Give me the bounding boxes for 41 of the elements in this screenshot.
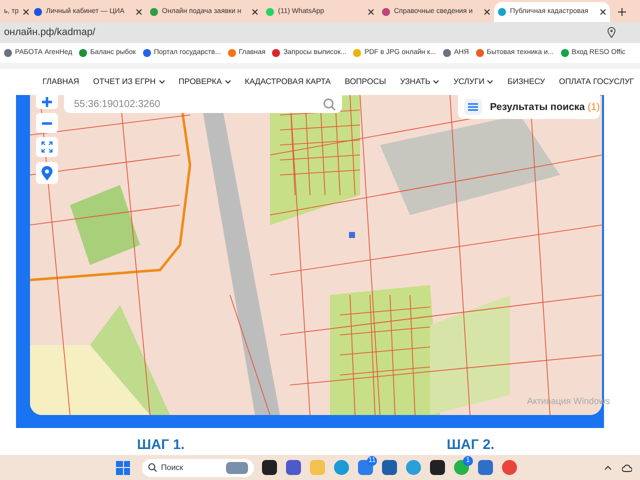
menu-icon[interactable] — [464, 99, 482, 115]
expand-icon — [41, 141, 53, 153]
search-icon — [148, 463, 157, 472]
zoom-in-button[interactable] — [36, 95, 58, 109]
close-icon[interactable] — [484, 9, 490, 15]
search-input[interactable]: Поиск — [161, 462, 221, 474]
close-icon[interactable] — [368, 9, 374, 15]
close-icon[interactable] — [136, 9, 142, 15]
step-heading: ШАГ 1. — [137, 435, 185, 454]
cadastral-search-field[interactable]: 55:36:190102:3260 — [64, 95, 342, 113]
windows-start-icon[interactable] — [116, 460, 130, 474]
address-text: онлайн.рф/kadmap/ — [4, 26, 96, 40]
close-icon[interactable] — [600, 9, 606, 15]
minus-icon — [41, 122, 53, 124]
plus-icon — [41, 96, 53, 108]
taskbar-search-field[interactable]: Поиск — [142, 458, 254, 476]
step-heading: ШАГ 2. — [446, 435, 494, 454]
close-icon[interactable] — [22, 9, 29, 15]
nav-link[interactable]: ГЛАВНАЯ — [42, 76, 80, 88]
fullscreen-button[interactable] — [36, 137, 58, 157]
close-icon[interactable] — [252, 9, 258, 15]
nav-link[interactable]: ОПЛАТА ГОСУСЛУГ — [559, 76, 634, 88]
nav-link[interactable]: УСЛУГИ — [453, 76, 494, 88]
address-bar[interactable]: онлайн.рф/kadmap/ — [0, 22, 640, 43]
results-panel[interactable]: Результаты поиска (1) — [458, 95, 600, 119]
nav-link[interactable]: ВОПРОСЫ — [344, 76, 386, 88]
chevron-up-icon[interactable] — [604, 465, 612, 470]
search-icon[interactable] — [323, 98, 336, 110]
results-label: Результаты поиска (1) — [490, 100, 600, 114]
nav-link[interactable]: УЗНАТЬ — [400, 76, 440, 88]
nav-link[interactable]: ПРОВЕРКА — [178, 76, 231, 88]
new-tab-icon[interactable] — [618, 8, 626, 16]
nav-link[interactable]: БИЗНЕСУ — [507, 76, 545, 88]
zoom-out-button[interactable] — [36, 113, 58, 133]
locate-button[interactable] — [36, 162, 58, 184]
search-value: 55:36:190102:3260 — [74, 96, 323, 112]
location-pin-icon — [41, 166, 53, 180]
location-icon[interactable] — [607, 27, 616, 38]
nav-link[interactable]: КАДАСТРОВАЯ КАРТА — [244, 76, 331, 88]
nav-link[interactable]: ОТЧЕТ ИЗ ЕГРН — [93, 76, 165, 88]
cloud-icon[interactable] — [622, 464, 632, 472]
